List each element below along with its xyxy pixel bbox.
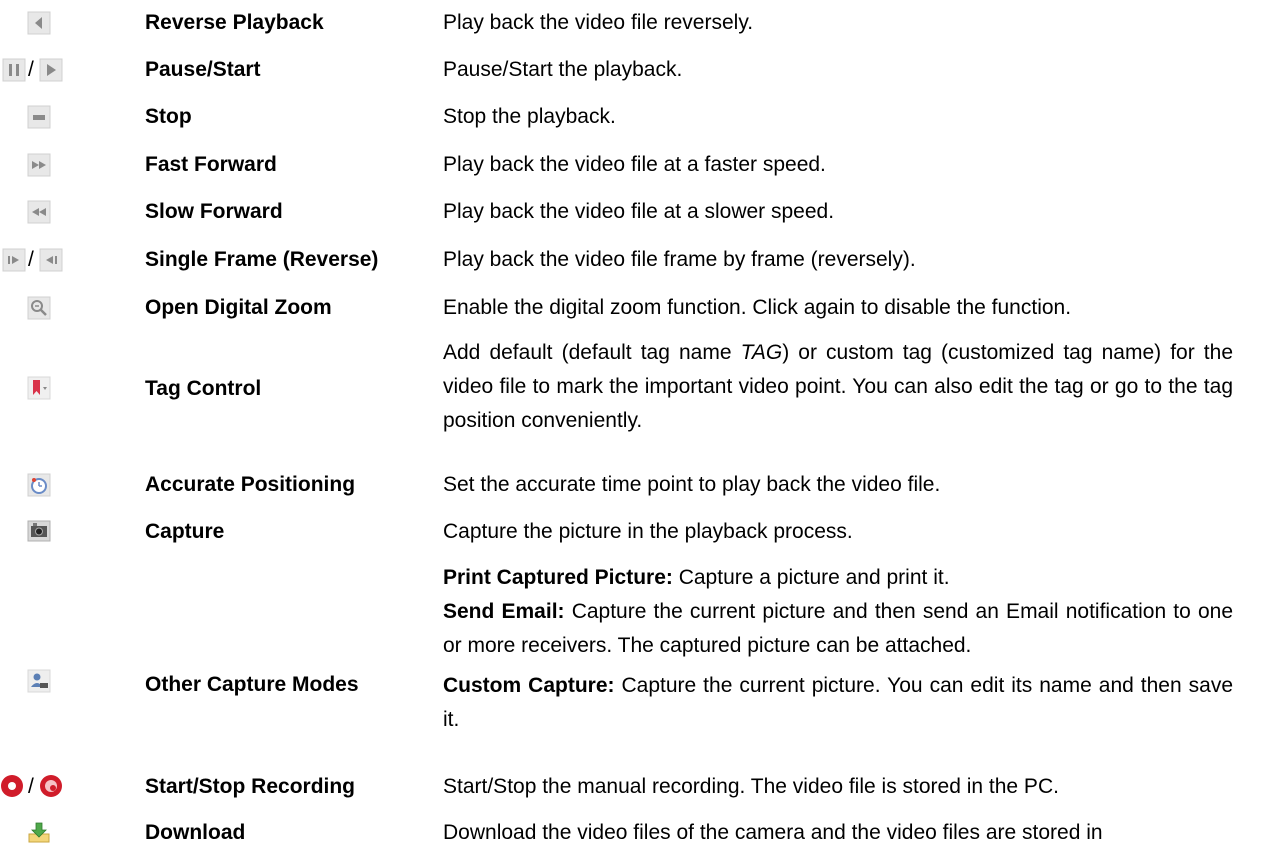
fast-forward-icon[interactable] xyxy=(27,153,51,177)
control-description: Play back the video file at a faster spe… xyxy=(443,153,826,176)
capture-modes-icon[interactable] xyxy=(27,669,51,693)
control-name: Download xyxy=(145,821,246,844)
control-description: Set the accurate time point to play back… xyxy=(443,473,941,496)
record-stop-icon[interactable] xyxy=(39,774,63,798)
separator: / xyxy=(28,775,34,798)
control-name: Tag Control xyxy=(145,377,262,400)
capture-mode-label: Send Email: xyxy=(443,600,565,623)
stop-icon[interactable] xyxy=(27,105,51,129)
table-row: Reverse Playback Play back the video fil… xyxy=(0,10,1269,40)
table-row: Stop Stop the playback. xyxy=(0,104,1269,134)
capture-mode-item: Send Email: Capture the current picture … xyxy=(443,595,1233,663)
table-row: Capture Capture the picture in the playb… xyxy=(0,519,1269,549)
start-icon[interactable] xyxy=(39,58,63,82)
tag-name-emphasis: TAG xyxy=(740,341,783,364)
digital-zoom-icon[interactable] xyxy=(27,296,51,320)
control-name: Reverse Playback xyxy=(145,11,324,34)
control-description: Play back the video file at a slower spe… xyxy=(443,200,835,223)
control-description: Start/Stop the manual recording. The vid… xyxy=(443,775,1059,798)
table-row: / Pause/Start Pause/Start the playback. xyxy=(0,57,1269,87)
control-name: Single Frame (Reverse) xyxy=(145,248,379,271)
control-description: Pause/Start the playback. xyxy=(443,58,683,81)
control-description: Add default (default tag name TAG) or cu… xyxy=(443,336,1233,438)
control-description: Download the video files of the camera a… xyxy=(443,821,1103,844)
control-description: Capture the picture in the playback proc… xyxy=(443,520,853,543)
pause-icon[interactable] xyxy=(2,58,26,82)
separator: / xyxy=(28,248,34,271)
single-frame-reverse-icon[interactable] xyxy=(39,248,63,272)
table-row: Accurate Positioning Set the accurate ti… xyxy=(0,472,1269,502)
clock-icon[interactable] xyxy=(27,473,51,497)
control-name: Other Capture Modes xyxy=(145,673,359,696)
control-name: Start/Stop Recording xyxy=(145,775,356,798)
tag-icon[interactable] xyxy=(27,376,51,400)
control-description: Stop the playback. xyxy=(443,105,616,128)
single-frame-icon[interactable] xyxy=(2,248,26,272)
reverse-playback-icon[interactable] xyxy=(27,11,51,35)
table-row: / Start/Stop Recording Start/Stop the ma… xyxy=(0,774,1269,804)
control-name: Stop xyxy=(145,105,192,128)
capture-mode-item: Custom Capture: Capture the current pict… xyxy=(443,669,1233,737)
control-description: Play back the video file frame by frame … xyxy=(443,248,916,271)
control-description: Enable the digital zoom function. Click … xyxy=(443,296,1072,319)
slow-forward-icon[interactable] xyxy=(27,200,51,224)
table-row: Download Download the video files of the… xyxy=(0,820,1269,850)
control-name: Fast Forward xyxy=(145,153,277,176)
table-row: Other Capture Modes Print Captured Pictu… xyxy=(0,561,1269,801)
control-name: Open Digital Zoom xyxy=(145,296,332,319)
separator: / xyxy=(28,58,34,81)
table-row: Open Digital Zoom Enable the digital zoo… xyxy=(0,295,1269,325)
control-name: Slow Forward xyxy=(145,200,283,223)
desc-text: Add default (default tag name xyxy=(443,341,741,364)
capture-mode-label: Print Captured Picture: xyxy=(443,566,673,589)
table-row: Slow Forward Play back the video file at… xyxy=(0,199,1269,229)
control-description: Print Captured Picture: Capture a pictur… xyxy=(443,561,1233,737)
capture-mode-text: Capture a picture and print it. xyxy=(672,566,950,589)
control-description: Play back the video file reversely. xyxy=(443,11,754,34)
table-row: Tag Control Add default (default tag nam… xyxy=(0,336,1269,446)
record-start-icon[interactable] xyxy=(0,774,24,798)
control-name: Accurate Positioning xyxy=(145,473,356,496)
table-row: Fast Forward Play back the video file at… xyxy=(0,152,1269,182)
camera-icon[interactable] xyxy=(27,519,51,543)
download-icon[interactable] xyxy=(27,820,51,844)
control-name: Capture xyxy=(145,520,225,543)
capture-mode-label: Custom Capture: xyxy=(443,674,615,697)
capture-mode-item: Print Captured Picture: Capture a pictur… xyxy=(443,561,1233,595)
table-row: / Single Frame (Reverse) Play back the v… xyxy=(0,247,1269,277)
control-name: Pause/Start xyxy=(145,58,261,81)
